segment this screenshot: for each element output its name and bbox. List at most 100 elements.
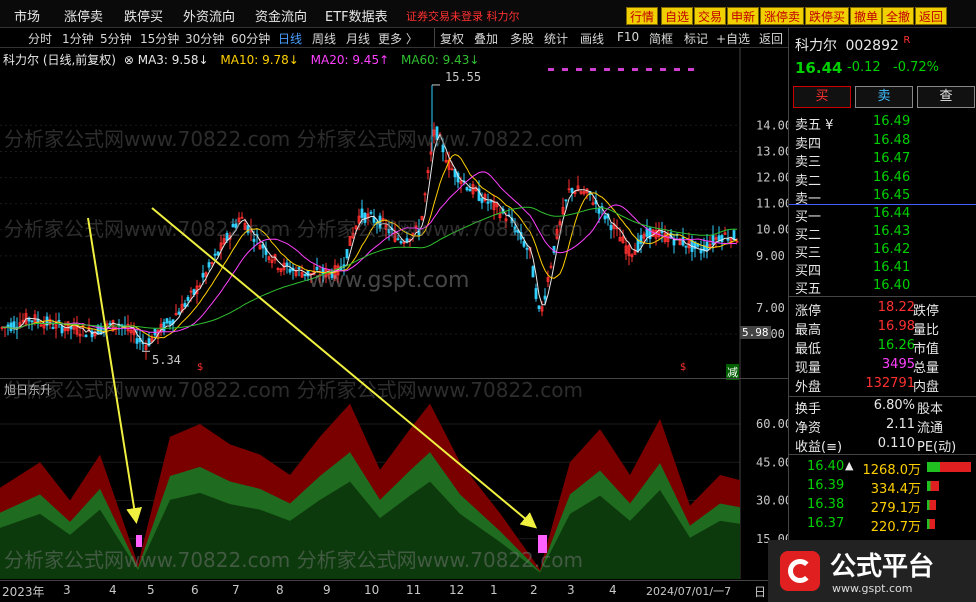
time-label: 4: [109, 583, 117, 597]
time-label: 1: [490, 583, 498, 597]
menu-fund-flow[interactable]: 资金流向: [255, 6, 307, 25]
margin-tag: R: [903, 35, 911, 46]
bid-row[interactable]: 买四 16.41: [795, 260, 910, 279]
ask-price: 16.49: [873, 114, 911, 129]
tool-stats[interactable]: 统计: [544, 30, 568, 47]
period-more[interactable]: 更多 〉: [378, 30, 418, 47]
tool-back[interactable]: 返回: [759, 30, 783, 47]
bid-row[interactable]: 买五 16.40: [795, 278, 910, 297]
stat-row: 最低 16.26 市值: [795, 338, 939, 357]
quote-panel: 科力尔 002892 R 16.44 -0.12 -0.72% 买 卖 查 卖五…: [788, 28, 976, 602]
stat-value: 16.98: [877, 319, 915, 334]
fund-row: 净资 2.11 流通: [795, 417, 943, 436]
tick-row: 16.37 220.7万: [807, 516, 935, 535]
tool-simple-frame[interactable]: 简框: [649, 30, 673, 47]
tool-adjust[interactable]: 复权: [440, 30, 464, 47]
tick-price: 16.38: [807, 497, 845, 512]
tool-f10[interactable]: F10: [617, 30, 639, 44]
menu-market[interactable]: 市场: [14, 6, 40, 25]
bid-price: 16.43: [873, 224, 911, 239]
fund-label: 净资: [795, 421, 822, 436]
btn-back-top[interactable]: 返回: [915, 7, 948, 25]
btn-cancel-order[interactable]: 撤单: [850, 7, 883, 25]
period-5min[interactable]: 5分钟: [100, 30, 132, 47]
btn-cancel-all[interactable]: 全撤: [882, 7, 915, 25]
fund-value: 2.11: [886, 417, 915, 432]
time-label: 日: [754, 585, 767, 599]
stat-right-label: 市值: [913, 342, 940, 357]
btn-limit-down-buy[interactable]: 跌停买: [805, 7, 850, 25]
stat-right-label: 内盘: [913, 380, 940, 395]
time-label: 3: [567, 583, 575, 597]
tick-volume: 220.7万: [870, 520, 921, 535]
period-30min[interactable]: 30分钟: [185, 30, 224, 47]
stat-value: 16.26: [877, 338, 915, 353]
period-monthly[interactable]: 月线: [346, 30, 370, 47]
tool-mark[interactable]: 标记: [684, 30, 708, 47]
ask-row[interactable]: 卖四 16.48: [795, 133, 910, 152]
period-15min[interactable]: 15分钟: [140, 30, 179, 47]
price-change-pct: -0.72%: [893, 60, 939, 75]
bid-row[interactable]: 买二 16.43: [795, 224, 910, 243]
time-label: 4: [609, 583, 617, 597]
last-price: 16.44: [795, 59, 843, 77]
period-tick[interactable]: 分时: [28, 30, 52, 47]
arrow-overlay: [87, 207, 538, 529]
ask-row[interactable]: 卖五 ¥ 16.49: [795, 114, 910, 133]
fund-label: 换手: [795, 402, 822, 417]
tick-row: 16.39 334.4万: [807, 478, 939, 497]
tick-volume: 1268.0万: [862, 463, 922, 478]
bid-label: 买四: [795, 264, 822, 279]
fund-row: 换手 6.80% 股本: [795, 398, 943, 417]
buy-button[interactable]: 买: [793, 86, 851, 108]
ask-row[interactable]: 卖三 16.47: [795, 151, 910, 170]
ask-row[interactable]: 卖二 16.46: [795, 170, 910, 189]
tick-bar: [927, 481, 939, 491]
ask-price: 16.47: [873, 151, 911, 166]
sell-button[interactable]: 卖: [855, 86, 913, 108]
menu-foreign-flow[interactable]: 外资流向: [183, 6, 235, 25]
bid-price: 16.42: [873, 242, 911, 257]
bid-row[interactable]: 买一 16.44: [795, 206, 910, 225]
ask-price: 16.45: [873, 188, 911, 203]
stat-value: 3495: [881, 357, 915, 372]
stat-row: 涨停 18.22 跌停: [795, 300, 939, 319]
ask-label: 卖二: [795, 173, 822, 189]
btn-watchlist[interactable]: 自选: [661, 7, 694, 25]
btn-subscribe[interactable]: 申新: [727, 7, 760, 25]
btn-trade[interactable]: 交易: [694, 7, 727, 25]
period-60min[interactable]: 60分钟: [231, 30, 270, 47]
stock-code: 002892: [845, 38, 899, 54]
tool-draw[interactable]: 画线: [580, 30, 604, 47]
time-label: 2023年: [2, 585, 45, 599]
bid-price: 16.40: [873, 278, 911, 293]
period-1min[interactable]: 1分钟: [62, 30, 94, 47]
arrow-2: [151, 207, 538, 529]
fund-row: 收益(≡) 0.110 PE(动): [795, 436, 956, 455]
tool-add-watch[interactable]: +自选: [716, 30, 750, 47]
menu-etf-table[interactable]: ETF数据表: [325, 6, 388, 25]
query-button[interactable]: 查: [917, 86, 975, 108]
tool-multi-stock[interactable]: 多股: [510, 30, 534, 47]
tick-volume: 334.4万: [870, 482, 921, 497]
time-label: 3: [63, 583, 71, 597]
bid-price: 16.41: [873, 260, 911, 275]
fund-right-label: PE(动): [917, 440, 957, 455]
time-axis: 2023年 3 4 5 6 7 8 9 10 11 12 1 2 3 4 202…: [0, 580, 788, 602]
stat-label: 外盘: [795, 380, 822, 395]
time-label: 6: [191, 583, 199, 597]
tick-price: 16.37: [807, 516, 845, 531]
stat-label: 最低: [795, 342, 822, 357]
tick-bar: [927, 519, 935, 529]
menu-limit-up-sell[interactable]: 涨停卖: [64, 6, 103, 25]
period-daily[interactable]: 日线: [278, 30, 302, 47]
menu-limit-down-buy[interactable]: 跌停买: [124, 6, 163, 25]
tool-overlay[interactable]: 叠加: [474, 30, 498, 47]
gspt-logo: 公式平台 www.gspt.com: [768, 540, 976, 602]
bid-row[interactable]: 买三 16.42: [795, 242, 910, 261]
period-weekly[interactable]: 周线: [312, 30, 336, 47]
btn-limit-up-sell[interactable]: 涨停卖: [760, 7, 805, 25]
tick-row: 16.40 ▲ 1268.0万: [807, 459, 971, 478]
btn-quote[interactable]: 行情: [626, 7, 659, 25]
stat-value: 132791: [865, 376, 915, 391]
